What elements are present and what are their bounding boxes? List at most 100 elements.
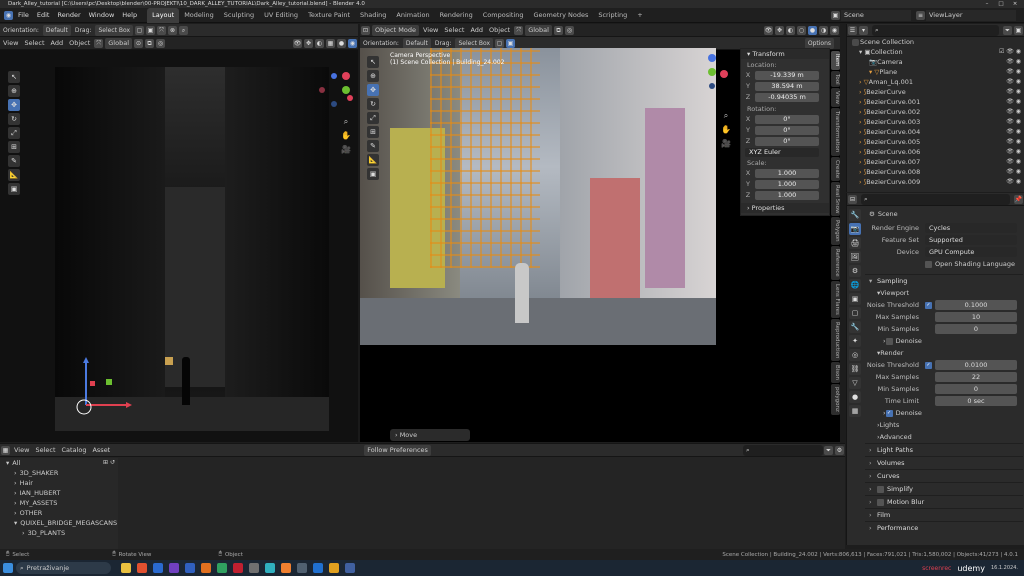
- simplify-checkbox[interactable]: [877, 485, 884, 493]
- app-cyan-icon[interactable]: [265, 563, 275, 573]
- visibility-icon-r[interactable]: 👁: [764, 25, 773, 35]
- proportional-icon-r[interactable]: ◎: [564, 25, 574, 35]
- app-gray-icon[interactable]: [249, 563, 259, 573]
- camera-view-icon-r[interactable]: 🎥: [720, 138, 732, 150]
- outliner-row[interactable]: › ⟆ BezierCurve.007 👁 ◉: [851, 157, 1024, 167]
- close-button[interactable]: ×: [1008, 0, 1022, 8]
- rotation-z-value[interactable]: 0°: [755, 136, 819, 146]
- maximize-button[interactable]: □: [994, 0, 1008, 8]
- outliner-editor-icon[interactable]: ☰: [848, 25, 857, 35]
- transform-panel-header[interactable]: ▾ Transform: [741, 49, 829, 59]
- tab-animation[interactable]: Animation: [391, 8, 434, 23]
- app-red-icon[interactable]: [233, 563, 243, 573]
- rotation-y-field[interactable]: Y 0°: [741, 125, 829, 135]
- texture-tab-icon[interactable]: ▦: [849, 405, 861, 417]
- shading-wire-icon[interactable]: ○: [797, 25, 806, 35]
- rotation-x-field[interactable]: X 0°: [741, 114, 829, 124]
- modifier-tab-icon[interactable]: 🔧: [849, 321, 861, 333]
- scale-tool-icon-r[interactable]: ⤢: [367, 112, 379, 124]
- pan-hand-icon-r[interactable]: ✋: [720, 124, 732, 136]
- asset-settings-icon[interactable]: ⚙: [835, 445, 844, 455]
- tab-sculpting[interactable]: Sculpting: [219, 8, 259, 23]
- feature-set-dropdown[interactable]: Supported: [925, 235, 1017, 245]
- outliner-row[interactable]: › ⟆ BezierCurve.004 👁 ◉: [851, 127, 1024, 137]
- tab-transformation[interactable]: Transformation: [831, 108, 840, 156]
- location-z-field[interactable]: Z -0.94035 m: [741, 92, 829, 102]
- motion-blur-checkbox[interactable]: [877, 498, 884, 506]
- asset-menu-asset[interactable]: Asset: [89, 445, 113, 456]
- rotate-tool-icon[interactable]: ↻: [8, 113, 20, 125]
- asset-editor-icon[interactable]: ▦: [1, 445, 10, 455]
- last-operator-panel[interactable]: › Move: [390, 429, 470, 441]
- scale-tool-icon[interactable]: ⤢: [8, 127, 20, 139]
- tab-view[interactable]: View: [831, 88, 840, 108]
- blender-taskbar-icon[interactable]: [281, 563, 291, 573]
- advanced-subpanel-header[interactable]: › Advanced: [865, 431, 1023, 443]
- scene-tab-icon[interactable]: ⚙: [849, 265, 861, 277]
- tab-compositing[interactable]: Compositing: [478, 8, 529, 23]
- menu-select[interactable]: Select: [21, 38, 47, 49]
- sampling-panel-header[interactable]: ▾ Sampling: [865, 274, 1023, 287]
- tab-item[interactable]: Item: [831, 51, 840, 70]
- catalog-item[interactable]: › MY_ASSETS: [0, 498, 118, 508]
- collection-tab-icon[interactable]: ▣: [849, 293, 861, 305]
- shading-solid-icon-r[interactable]: ●: [808, 25, 817, 35]
- drag-dropdown[interactable]: Select Box: [95, 24, 134, 36]
- menu-help[interactable]: Help: [118, 8, 141, 23]
- tweak-tool-icon-r[interactable]: ↖: [367, 56, 379, 68]
- outliner-row-plane[interactable]: ▾ ▽ Plane 👁 ◉: [851, 67, 1024, 77]
- r-noise-field[interactable]: 0.0100: [935, 360, 1017, 370]
- zoom-icon-r[interactable]: ⌕: [720, 110, 732, 122]
- overlay-icon-r[interactable]: ◐: [786, 25, 795, 35]
- motion-blur-panel-header[interactable]: › Motion Blur: [865, 495, 1023, 508]
- device-dropdown[interactable]: GPU Compute: [925, 247, 1017, 257]
- asset-menu-select[interactable]: Select: [32, 445, 58, 456]
- rotation-z-field[interactable]: Z 0°: [741, 136, 829, 146]
- vp-min-samples-field[interactable]: 0: [935, 324, 1017, 334]
- simplify-panel-header[interactable]: › Simplify: [865, 482, 1023, 495]
- physics-tab-icon[interactable]: ◎: [849, 349, 861, 361]
- outliner-row[interactable]: › ⟆ BezierCurve.002 👁 ◉: [851, 107, 1024, 117]
- tab-real-snow[interactable]: Real Snow: [831, 181, 840, 217]
- tab-layout[interactable]: Layout: [147, 7, 180, 23]
- outliner-search-input[interactable]: ⌕: [872, 24, 999, 36]
- volumes-panel-header[interactable]: › Volumes: [865, 456, 1023, 469]
- annotate-tool-icon[interactable]: ✎: [8, 155, 20, 167]
- performance-panel-header[interactable]: › Performance: [865, 521, 1023, 534]
- mode-dropdown[interactable]: Object Mode: [372, 24, 419, 36]
- proportional-icon[interactable]: ◎: [156, 38, 166, 48]
- properties-search-input[interactable]: ⌕: [861, 193, 1010, 205]
- render-subpanel-header[interactable]: ▾ Render: [865, 347, 1023, 359]
- outliner-row[interactable]: › ⟆ BezierCurve.005 👁 ◉: [851, 137, 1024, 147]
- location-z-value[interactable]: -0.94035 m: [755, 92, 819, 102]
- illustrator-icon[interactable]: [201, 563, 211, 573]
- tab-geometry-nodes[interactable]: Geometry Nodes: [529, 8, 594, 23]
- rotation-y-value[interactable]: 0°: [755, 125, 819, 135]
- link-icon[interactable]: ⊗: [168, 25, 178, 35]
- asset-menu-catalog[interactable]: Catalog: [59, 445, 90, 456]
- shading-solid-icon[interactable]: ●: [337, 38, 346, 48]
- tab-modeling[interactable]: Modeling: [179, 8, 219, 23]
- mail-icon[interactable]: [185, 563, 195, 573]
- r-denoise-checkbox[interactable]: ✓: [885, 409, 893, 417]
- scale-x-field[interactable]: X 1.000: [741, 168, 829, 178]
- transform-tool-icon-r[interactable]: ⊞: [367, 126, 379, 138]
- zoom-icon[interactable]: ⌕: [340, 116, 352, 128]
- asset-menu-view[interactable]: View: [11, 445, 32, 456]
- outliner-row-scene-collection[interactable]: Scene Collection: [851, 37, 1024, 47]
- visibility-eye-icon[interactable]: 👁 ◉: [1006, 147, 1021, 157]
- r-noise-checkbox[interactable]: ✓: [925, 361, 932, 369]
- visibility-eye-icon[interactable]: 👁 ◉: [1006, 87, 1021, 97]
- menu-object-r[interactable]: Object: [486, 25, 513, 36]
- measure-tool-icon-r[interactable]: 📐: [367, 154, 379, 166]
- render-engine-dropdown[interactable]: Cycles: [925, 223, 1017, 233]
- location-y-field[interactable]: Y 38.594 m: [741, 81, 829, 91]
- tab-tool[interactable]: Tool: [831, 70, 840, 88]
- menu-view-r[interactable]: View: [420, 25, 441, 36]
- menu-add-r[interactable]: Add: [467, 25, 486, 36]
- vp-noise-field[interactable]: 0.1000: [935, 300, 1017, 310]
- orientation-dropdown[interactable]: Default: [42, 24, 71, 36]
- drag-dropdown-r[interactable]: Select Box: [455, 37, 494, 49]
- add-cube-tool-icon[interactable]: ▣: [8, 183, 20, 195]
- output-tab-icon[interactable]: 🖨: [849, 237, 861, 249]
